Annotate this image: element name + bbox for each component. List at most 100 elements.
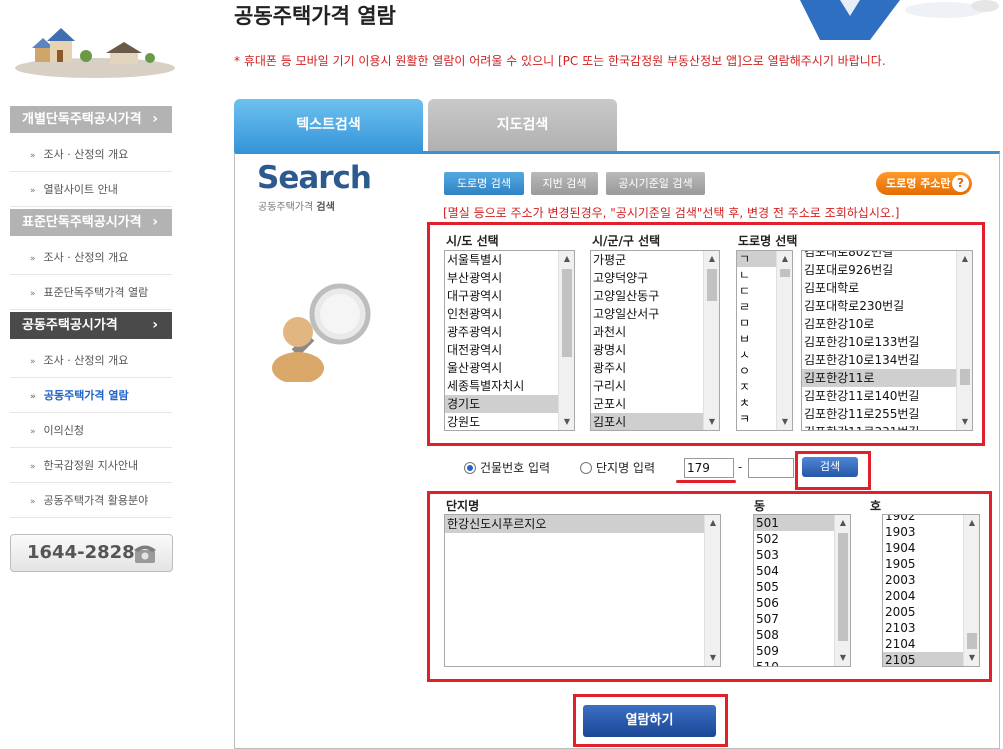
list-item-selected[interactable]: 김포시 <box>591 413 719 430</box>
list-item[interactable]: 서울특별시 <box>445 251 574 269</box>
list-item[interactable]: 세종특별자치시 <box>445 377 574 395</box>
list-item[interactable]: 김포대로926번길 <box>802 261 972 279</box>
list-item[interactable]: 김포한강11로140번길 <box>802 387 972 405</box>
scroll-down-icon[interactable]: ▼ <box>704 414 719 430</box>
sidebar-item-objection[interactable]: » 이의신청 <box>10 414 172 448</box>
sidebar-item-branches[interactable]: » 한국감정원 지사안내 <box>10 449 172 483</box>
scrollbar[interactable]: ▲ ▼ <box>776 251 792 430</box>
list-item[interactable]: 김포한강10로134번길 <box>802 351 972 369</box>
sidebar-item-apartment-view[interactable]: » 공동주택가격 열람 <box>10 379 172 413</box>
list-item-selected[interactable]: 김포한강11로 <box>802 369 972 387</box>
complex-label: 단지명 <box>446 499 480 513</box>
scrollbar[interactable]: ▲ ▼ <box>703 251 719 430</box>
sidebar-item-label: 공동주택가격 활용분야 <box>43 494 149 507</box>
view-price-button[interactable]: 열람하기 <box>583 705 716 737</box>
sidebar-section-individual-house[interactable]: 개별단독주택공시가격 › <box>10 106 172 133</box>
sido-listbox[interactable]: 서울특별시 부산광역시 대구광역시 인천광역시 광주광역시 대전광역시 울산광역… <box>444 250 575 431</box>
sidebar-item-usage[interactable]: » 공동주택가격 활용분야 <box>10 484 172 518</box>
list-item[interactable]: 부산광역시 <box>445 269 574 287</box>
scroll-down-icon[interactable]: ▼ <box>964 650 979 666</box>
road-initial-listbox[interactable]: ㄱ ㄴ ㄷ ㄹ ㅁ ㅂ ㅅ ㅇ ㅈ ㅊ ㅋ ▲ ▼ <box>736 250 793 431</box>
sidebar-item-standard-overview[interactable]: » 조사 · 산정의 개요 <box>10 241 172 275</box>
base-date-search-button[interactable]: 공시기준일 검색 <box>606 172 705 195</box>
list-item[interactable]: 김포한강11로255번길 <box>802 405 972 423</box>
ho-listbox[interactable]: 1902 1903 1904 1905 2003 2004 2005 2103 … <box>882 514 980 667</box>
scroll-up-icon[interactable]: ▲ <box>964 515 979 531</box>
sidebar-item-label: 표준단독주택가격 열람 <box>43 286 149 299</box>
scroll-thumb[interactable] <box>707 269 717 301</box>
list-item-selected[interactable]: 경기도 <box>445 395 574 413</box>
list-item[interactable]: 김포대학로 <box>802 279 972 297</box>
list-item[interactable]: 구리시 <box>591 377 719 395</box>
scroll-thumb[interactable] <box>967 633 977 649</box>
building-search-button[interactable]: 검색 <box>802 457 858 477</box>
scroll-up-icon[interactable]: ▲ <box>777 251 792 267</box>
site-logo[interactable] <box>10 10 175 80</box>
scroll-down-icon[interactable]: ▼ <box>957 414 972 430</box>
radio-unchecked-icon[interactable] <box>580 462 592 474</box>
list-item[interactable]: 가평군 <box>591 251 719 269</box>
building-number-label: 건물번호 입력 <box>480 461 551 475</box>
sidebar-item-standard-view[interactable]: » 표준단독주택가격 열람 <box>10 276 172 310</box>
scroll-up-icon[interactable]: ▲ <box>705 515 720 531</box>
road-name-search-button[interactable]: 도로명 검색 <box>444 172 524 195</box>
list-item-selected[interactable]: 한강신도시푸르지오 <box>445 515 720 533</box>
list-item[interactable]: 광주광역시 <box>445 323 574 341</box>
scroll-down-icon[interactable]: ▼ <box>559 414 574 430</box>
complex-listbox[interactable]: 한강신도시푸르지오 ▲ ▼ <box>444 514 721 667</box>
scroll-up-icon[interactable]: ▲ <box>559 251 574 267</box>
sidebar-item-apartment-overview[interactable]: » 조사 · 산정의 개요 <box>10 344 172 378</box>
list-item[interactable]: 고양일산동구 <box>591 287 719 305</box>
scrollbar[interactable]: ▲ ▼ <box>704 515 720 666</box>
bullet-icon: » <box>30 392 36 402</box>
tab-map-search[interactable]: 지도검색 <box>428 99 617 151</box>
list-item[interactable]: 고양덕양구 <box>591 269 719 287</box>
list-item[interactable]: 대구광역시 <box>445 287 574 305</box>
main-building-number-input[interactable]: 179 <box>684 458 734 478</box>
building-number-option[interactable]: 건물번호 입력 <box>464 459 550 476</box>
scroll-thumb[interactable] <box>562 269 572 357</box>
list-item[interactable]: 광주시 <box>591 359 719 377</box>
sub-building-number-input[interactable] <box>748 458 794 478</box>
sigungu-listbox[interactable]: 가평군 고양덕양구 고양일산동구 고양일산서구 과천시 광명시 광주시 구리시 … <box>590 250 720 431</box>
scroll-down-icon[interactable]: ▼ <box>705 650 720 666</box>
list-item[interactable]: 김포한강11로331번길 <box>802 423 972 430</box>
road-name-listbox[interactable]: 김포대로802번길 김포대로926번길 김포대학로 김포대학로230번길 김포한… <box>801 250 973 431</box>
search-logo-text: Search <box>257 160 372 196</box>
scrollbar[interactable]: ▲ ▼ <box>956 251 972 430</box>
list-item[interactable]: 고양일산서구 <box>591 305 719 323</box>
scroll-up-icon[interactable]: ▲ <box>835 515 850 531</box>
scroll-thumb[interactable] <box>780 269 790 277</box>
tab-text-search[interactable]: 텍스트검색 <box>234 99 423 151</box>
sidebar-section-standard-house[interactable]: 표준단독주택공시가격 › <box>10 209 172 236</box>
list-item[interactable]: 인천광역시 <box>445 305 574 323</box>
list-item[interactable]: 김포대로802번길 <box>802 251 972 261</box>
road-address-info-button[interactable]: 도로명 주소란 ? <box>876 172 972 195</box>
scroll-up-icon[interactable]: ▲ <box>704 251 719 267</box>
scroll-down-icon[interactable]: ▼ <box>777 414 792 430</box>
list-item[interactable]: 김포한강10로 <box>802 315 972 333</box>
lot-number-search-button[interactable]: 지번 검색 <box>531 172 598 195</box>
scroll-thumb[interactable] <box>960 369 970 385</box>
scrollbar[interactable]: ▲ ▼ <box>834 515 850 666</box>
list-item[interactable]: 광명시 <box>591 341 719 359</box>
scrollbar[interactable]: ▲ ▼ <box>963 515 979 666</box>
list-item[interactable]: 김포한강10로133번길 <box>802 333 972 351</box>
page-title: 공동주택가격 열람 <box>234 4 396 28</box>
list-item[interactable]: 대전광역시 <box>445 341 574 359</box>
sidebar-item-individual-overview[interactable]: » 조사 · 산정의 개요 <box>10 138 172 172</box>
radio-checked-icon[interactable] <box>464 462 476 474</box>
list-item[interactable]: 김포대학로230번길 <box>802 297 972 315</box>
sidebar-section-apartment[interactable]: 공동주택공시가격 › <box>10 312 172 339</box>
list-item[interactable]: 군포시 <box>591 395 719 413</box>
scroll-up-icon[interactable]: ▲ <box>957 251 972 267</box>
scroll-down-icon[interactable]: ▼ <box>835 650 850 666</box>
list-item[interactable]: 강원도 <box>445 413 574 430</box>
scrollbar[interactable]: ▲ ▼ <box>558 251 574 430</box>
list-item[interactable]: 과천시 <box>591 323 719 341</box>
list-item[interactable]: 울산광역시 <box>445 359 574 377</box>
dong-listbox[interactable]: 501 502 503 504 505 506 507 508 509 510 … <box>753 514 851 667</box>
complex-name-option[interactable]: 단지명 입력 <box>580 459 655 476</box>
sidebar-item-individual-sites[interactable]: » 열람사이트 안내 <box>10 173 172 207</box>
scroll-thumb[interactable] <box>838 533 848 641</box>
